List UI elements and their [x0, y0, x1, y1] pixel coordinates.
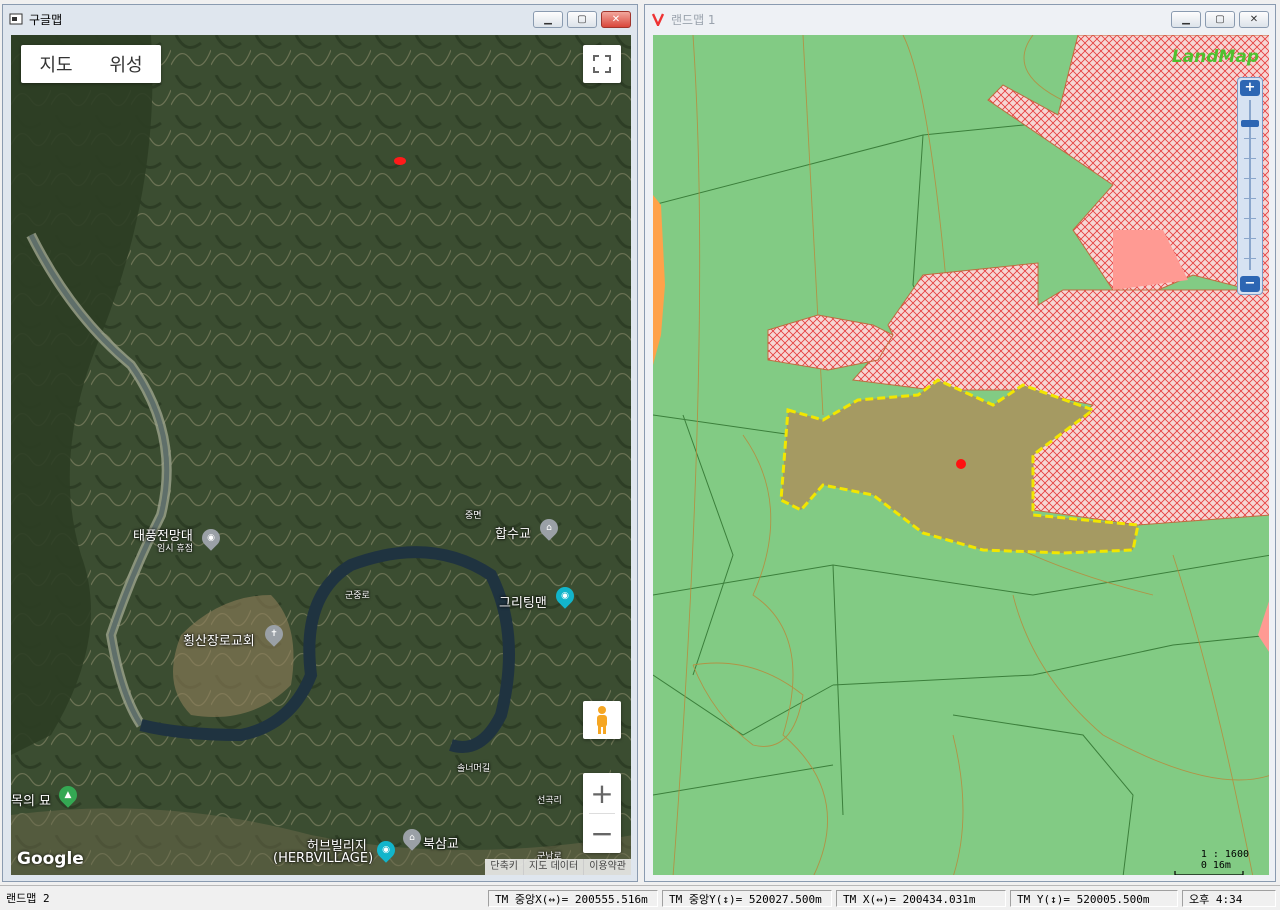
- terms-link[interactable]: 이용약관: [583, 859, 631, 875]
- map-scale: 1 : 1600 0 16m: [1201, 849, 1249, 871]
- zoom-out-button[interactable]: −: [1240, 276, 1260, 292]
- location-marker: [956, 459, 966, 469]
- scale-zero: 0: [1200, 860, 1207, 871]
- road-label: 선곡리: [537, 796, 562, 806]
- maximize-button[interactable]: ▢: [1205, 11, 1235, 28]
- zoom-tick: [1244, 158, 1256, 159]
- status-tm-y: TM Y(↕)= 520005.500m: [1010, 890, 1178, 907]
- place-label-buksamgyo[interactable]: 북삼교: [423, 833, 459, 852]
- google-map-window: 구글맵 ▁ ▢ ✕ 지도 위성 + − 태풍전망대 임시 휴점 ◉ 합수교 ⌂ …: [2, 4, 638, 882]
- zoom-in-icon: +: [1244, 80, 1256, 95]
- status-clock: 오후 4:34: [1182, 890, 1276, 907]
- scale-length: 16m: [1212, 860, 1231, 871]
- minimize-button[interactable]: ▁: [533, 11, 563, 28]
- map-type-satellite-button[interactable]: 위성: [91, 51, 161, 77]
- zoom-tick: [1244, 218, 1256, 219]
- minimize-icon: ▁: [544, 14, 552, 25]
- window-title: 구글맵: [29, 12, 63, 27]
- zoom-tick: [1244, 138, 1256, 139]
- parcel-map-drawing: [653, 35, 1269, 875]
- road-label: 솔너머길: [457, 764, 491, 774]
- status-bar: 랜드맵 2 TM 중앙X(↔)= 200555.516m TM 중앙Y(↕)= …: [0, 885, 1280, 910]
- satellite-imagery: [11, 35, 631, 875]
- map-type-control: 지도 위성: [21, 45, 161, 83]
- road-label: 군중로: [345, 591, 370, 601]
- close-icon: ✕: [611, 14, 621, 25]
- google-window-titlebar[interactable]: 구글맵 ▁ ▢ ✕: [3, 5, 637, 33]
- maximize-icon: ▢: [577, 14, 587, 25]
- land-parcel-map-view[interactable]: LandMap + − 1 : 1600 0 16m: [653, 35, 1269, 875]
- fullscreen-icon: [593, 55, 611, 73]
- zoom-divider: [589, 813, 615, 814]
- status-center-y: TM 중앙Y(↕)= 520027.500m: [662, 890, 832, 907]
- road-label: 중면: [465, 511, 482, 521]
- scale-bar-label: 0 16m: [1201, 860, 1249, 871]
- place-sublabel-taepung: 임시 휴점: [157, 544, 193, 554]
- place-label-tomb[interactable]: 목의 묘: [11, 790, 51, 809]
- app-icon: [9, 12, 23, 26]
- zoom-tick: [1244, 198, 1256, 199]
- maximize-icon: ▢: [1215, 14, 1225, 25]
- place-label-church[interactable]: 횡산장로교회: [183, 630, 255, 649]
- landmap-window: 랜드맵 1 ▁ ▢ ✕ LandMap + − 1: 1600 0 16m: [644, 4, 1276, 882]
- place-label-greetingman[interactable]: 그리팅맨: [499, 592, 547, 611]
- map-data-link[interactable]: 지도 데이터: [523, 859, 583, 875]
- status-app-name: 랜드맵 2: [6, 892, 50, 905]
- landmap-app-icon: [651, 12, 665, 28]
- status-center-x: TM 중앙X(↔)= 200555.516m: [488, 890, 658, 907]
- minimize-icon: ▁: [1182, 14, 1190, 25]
- zoom-slider[interactable]: + −: [1237, 77, 1263, 295]
- scale-ratio: 1 : 1600: [1200, 849, 1249, 860]
- google-logo: Google: [17, 849, 84, 869]
- pegman-icon: [597, 706, 607, 734]
- map-footer: 단축키 지도 데이터 이용약관: [485, 859, 631, 875]
- keyboard-shortcuts-link[interactable]: 단축키: [485, 859, 523, 875]
- landmap-window-titlebar[interactable]: 랜드맵 1 ▁ ▢ ✕: [645, 5, 1275, 33]
- place-sublabel-herbvillage: (HERBVILLAGE): [273, 851, 374, 866]
- zoom-in-button[interactable]: +: [583, 773, 621, 813]
- status-tm-x: TM X(↔)= 200434.031m: [836, 890, 1006, 907]
- close-icon: ✕: [1249, 14, 1259, 25]
- fullscreen-button[interactable]: [583, 45, 621, 83]
- zoom-thumb[interactable]: [1241, 120, 1259, 127]
- zoom-control: + −: [583, 773, 621, 853]
- zoom-tick: [1244, 238, 1256, 239]
- window-title: 랜드맵 1: [671, 12, 716, 27]
- zoom-in-button[interactable]: +: [1240, 80, 1260, 96]
- map-type-map-button[interactable]: 지도: [21, 51, 91, 77]
- close-button[interactable]: ✕: [1239, 11, 1269, 28]
- place-label-hapsugyo[interactable]: 합수교: [495, 523, 531, 542]
- satellite-map-view[interactable]: 지도 위성 + − 태풍전망대 임시 휴점 ◉ 합수교 ⌂ 그리팅맨 ◉ 횡산장…: [11, 35, 631, 875]
- zoom-tick: [1244, 258, 1256, 259]
- minimize-button[interactable]: ▁: [1171, 11, 1201, 28]
- zoom-out-icon: −: [1244, 276, 1256, 291]
- zoom-out-button[interactable]: −: [583, 813, 621, 853]
- close-button[interactable]: ✕: [601, 11, 631, 28]
- landmap-logo: LandMap: [1171, 47, 1259, 67]
- street-view-pegman-button[interactable]: [583, 701, 621, 739]
- zoom-tick: [1244, 178, 1256, 179]
- maximize-button[interactable]: ▢: [567, 11, 597, 28]
